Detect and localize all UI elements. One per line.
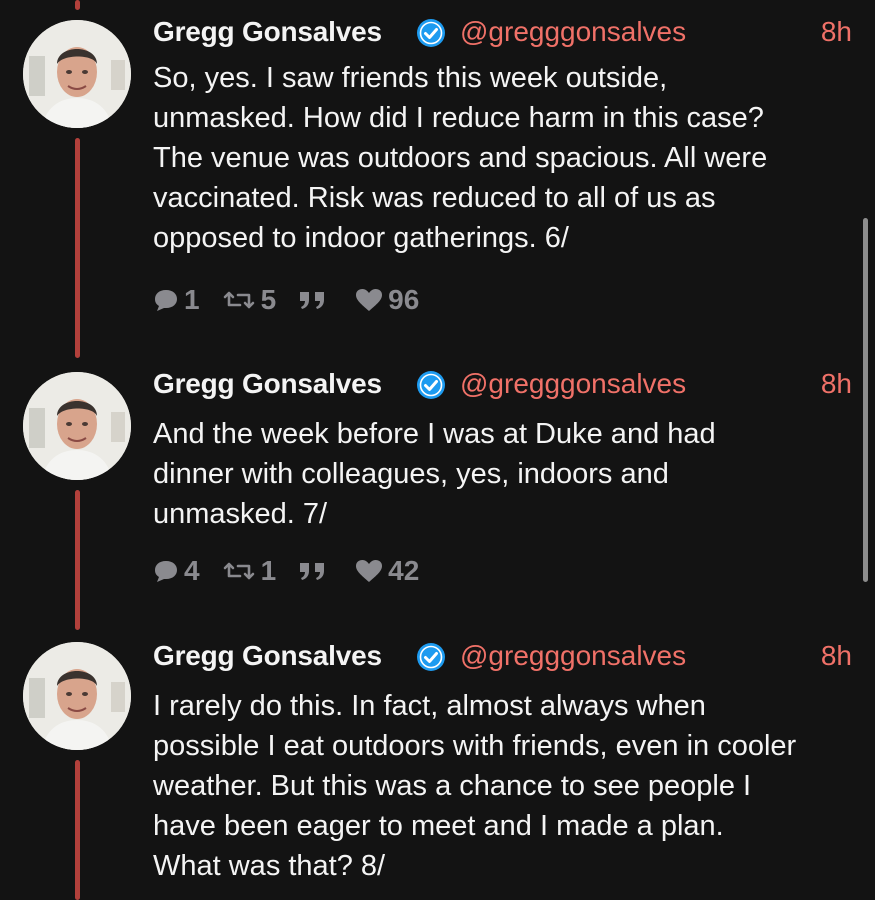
tweet-text: And the week before I was at Duke and ha… (153, 414, 853, 534)
tweet-text-line: have been eager to meet and I made a pla… (153, 810, 724, 842)
tweet-actions: 4 1 42 (153, 554, 441, 588)
retweet-button[interactable]: 1 (222, 555, 277, 587)
tweet-text: I rarely do this. In fact, almost always… (153, 686, 853, 886)
reply-icon (155, 290, 177, 311)
tweet-text-line: I rarely do this. In fact, almost always… (153, 690, 706, 722)
timestamp[interactable]: 8h (821, 640, 852, 672)
avatar-photo (23, 642, 131, 750)
like-button[interactable]: 42 (355, 555, 419, 587)
avatar[interactable] (23, 20, 131, 128)
user-handle[interactable]: @gregggonsalves (460, 16, 686, 48)
display-name[interactable]: Gregg Gonsalves (153, 16, 382, 48)
display-name[interactable]: Gregg Gonsalves (153, 368, 382, 400)
tweet-text-line: The venue was outdoors and spacious. All… (153, 142, 768, 174)
avatar[interactable] (23, 642, 131, 750)
retweet-icon (223, 291, 254, 309)
retweet-count: 1 (260, 555, 277, 586)
thread-line-top (75, 0, 80, 10)
heart-icon (356, 560, 383, 582)
quote-button[interactable] (298, 289, 333, 311)
tweet-text: So, yes. I saw friends this week outside… (153, 58, 853, 258)
reply-button[interactable]: 1 (153, 284, 200, 316)
quote-icon (300, 292, 325, 309)
verified-badge-icon (417, 643, 445, 671)
tweet-text-line: So, yes. I saw friends this week outside… (153, 62, 668, 94)
verified-badge-icon (417, 19, 445, 47)
tweet-text-line: dinner with colleagues, yes, indoors and (153, 458, 669, 490)
verified-badge-icon (417, 371, 445, 399)
quote-icon (300, 563, 325, 580)
tweet-text-line: And the week before I was at Duke and ha… (153, 418, 716, 450)
like-count: 96 (388, 284, 420, 315)
retweet-icon (223, 562, 254, 580)
like-button[interactable]: 96 (355, 284, 419, 316)
timestamp[interactable]: 8h (821, 16, 852, 48)
tweet-text-line: vaccinated. Risk was reduced to all of u… (153, 182, 716, 214)
retweet-count: 5 (260, 284, 277, 315)
tweet-text-line: What was that? 8/ (153, 850, 386, 882)
avatar-photo (23, 372, 131, 480)
thread-line-2 (75, 490, 80, 630)
like-count: 42 (388, 555, 420, 586)
reply-icon (155, 561, 177, 582)
thread-line-3 (75, 760, 80, 900)
reply-count: 1 (184, 284, 200, 315)
heart-icon (356, 289, 383, 311)
tweet-text-line: opposed to indoor gatherings. 6/ (153, 222, 569, 254)
display-name[interactable]: Gregg Gonsalves (153, 640, 382, 672)
avatar[interactable] (23, 372, 131, 480)
tweet-text-line: unmasked. 7/ (153, 498, 328, 530)
quote-button[interactable] (298, 560, 333, 582)
user-handle[interactable]: @gregggonsalves (460, 368, 686, 400)
tweet-text-line: unmasked. How did I reduce harm in this … (153, 102, 764, 134)
reply-button[interactable]: 4 (153, 555, 200, 587)
avatar-photo (23, 20, 131, 128)
retweet-button[interactable]: 5 (222, 284, 277, 316)
user-handle[interactable]: @gregggonsalves (460, 640, 686, 672)
timestamp[interactable]: 8h (821, 368, 852, 400)
thread-line-1 (75, 138, 80, 358)
tweet-text-line: possible I eat outdoors with friends, ev… (153, 730, 797, 762)
reply-count: 4 (184, 555, 200, 586)
tweet-actions: 1 5 96 (153, 283, 441, 317)
scrollbar[interactable] (863, 218, 868, 582)
tweet-text-line: weather. But this was a chance to see pe… (153, 770, 752, 802)
